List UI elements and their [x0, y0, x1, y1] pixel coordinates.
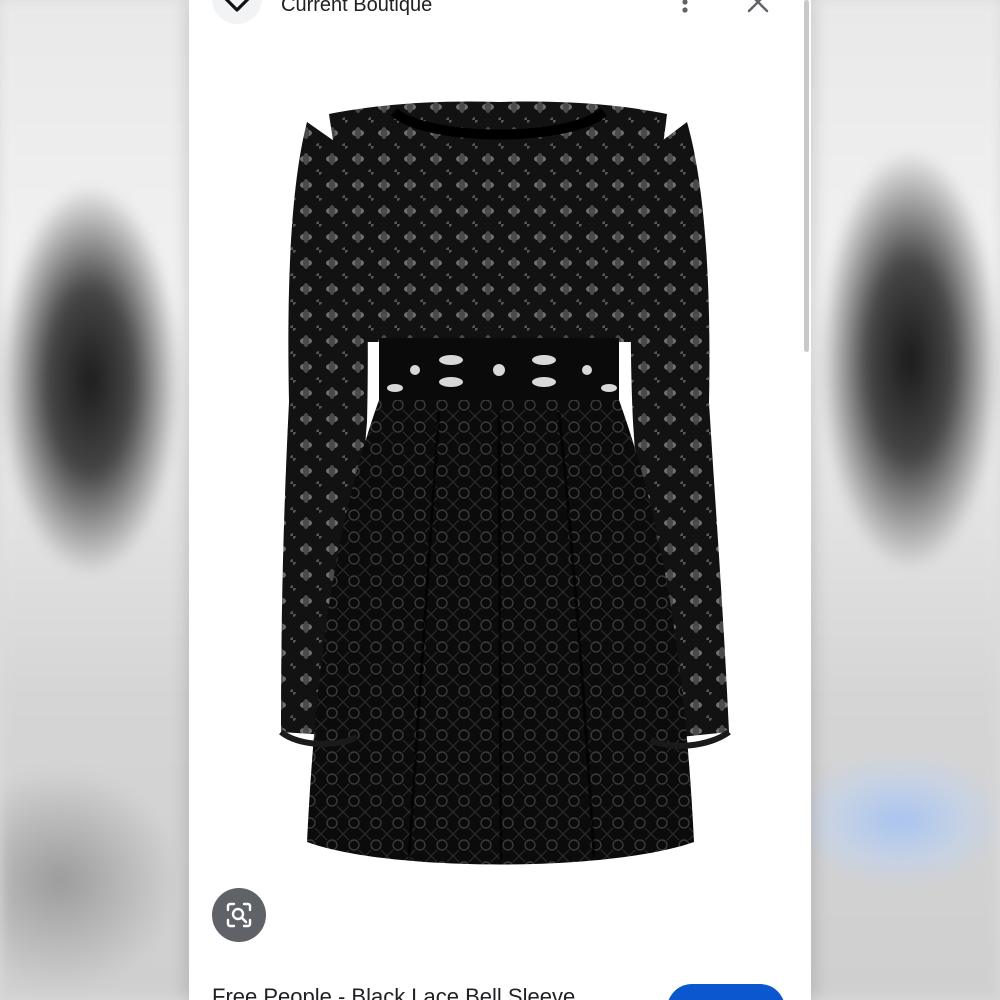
screen: Current Boutique Free People - Black Lac…: [0, 0, 1000, 1000]
heart-logo-icon: [224, 0, 250, 12]
lens-search-button[interactable]: [212, 888, 266, 942]
site-logo[interactable]: [212, 0, 262, 24]
preview-header: Current Boutique: [189, 0, 811, 24]
scrollbar[interactable]: [804, 0, 809, 352]
site-name[interactable]: Current Boutique: [281, 0, 432, 17]
product-image[interactable]: [189, 42, 811, 962]
black-lace-dress-image: [279, 101, 731, 865]
image-preview-panel: Current Boutique Free People - Black Lac…: [189, 0, 811, 1000]
more-vertical-icon[interactable]: [673, 0, 697, 16]
product-title[interactable]: Free People - Black Lace Bell Sleeve: [212, 984, 575, 1000]
google-lens-icon: [226, 902, 252, 928]
visit-button[interactable]: [667, 984, 785, 1000]
close-icon[interactable]: [744, 0, 772, 16]
